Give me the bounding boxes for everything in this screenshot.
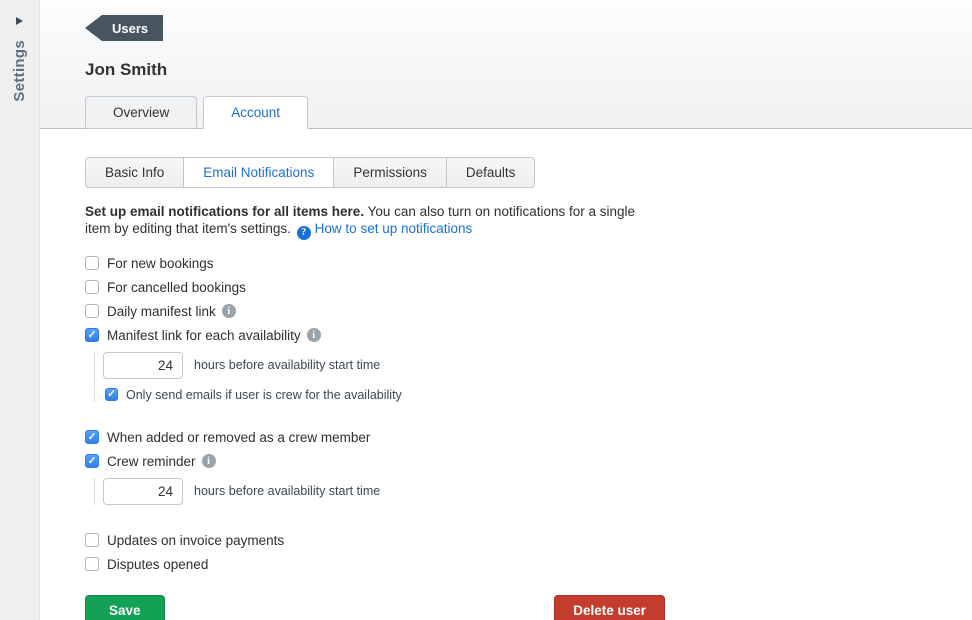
manifest-settings-group: hours before availability start time Onl… bbox=[94, 352, 972, 402]
label-cancelled-bookings[interactable]: For cancelled bookings bbox=[107, 280, 246, 295]
checkbox-invoice-updates[interactable] bbox=[85, 533, 99, 547]
users-back-button[interactable]: Users bbox=[85, 15, 163, 41]
row-invoice-updates: Updates on invoice payments bbox=[85, 533, 972, 548]
settings-sidebar[interactable]: Settings bbox=[0, 0, 40, 620]
checkbox-manifest-each-availability[interactable] bbox=[85, 328, 99, 342]
expand-chevron-icon[interactable] bbox=[16, 17, 23, 25]
checkbox-crew-added-removed[interactable] bbox=[85, 430, 99, 444]
label-new-bookings[interactable]: For new bookings bbox=[107, 256, 214, 271]
manifest-hours-input[interactable] bbox=[103, 352, 183, 379]
subtab-email-notifications[interactable]: Email Notifications bbox=[184, 157, 334, 188]
checkbox-daily-manifest[interactable] bbox=[85, 304, 99, 318]
intro-text: Set up email notifications for all items… bbox=[85, 203, 663, 240]
checkbox-only-crew[interactable] bbox=[105, 388, 118, 401]
sidebar-settings-label[interactable]: Settings bbox=[11, 40, 28, 102]
row-daily-manifest: Daily manifest link i bbox=[85, 304, 972, 319]
checkbox-cancelled-bookings[interactable] bbox=[85, 280, 99, 294]
save-button[interactable]: Save bbox=[85, 595, 165, 620]
tab-bar: Overview Account bbox=[85, 96, 308, 129]
users-back-label: Users bbox=[112, 21, 148, 36]
page-title: Jon Smith bbox=[85, 60, 167, 80]
row-crew-reminder: Crew reminder i bbox=[85, 454, 972, 469]
checkbox-crew-reminder[interactable] bbox=[85, 454, 99, 468]
notification-options-list: For new bookings For cancelled bookings … bbox=[85, 256, 972, 572]
row-only-crew: Only send emails if user is crew for the… bbox=[105, 388, 972, 402]
label-disputes-opened[interactable]: Disputes opened bbox=[107, 557, 208, 572]
manifest-hours-row: hours before availability start time bbox=[103, 352, 972, 379]
label-crew-added-removed[interactable]: When added or removed as a crew member bbox=[107, 430, 370, 445]
reminder-hours-row: hours before availability start time bbox=[103, 478, 972, 505]
account-content: Basic Info Email Notifications Permissio… bbox=[40, 129, 972, 620]
action-buttons-row: Save Delete user bbox=[85, 595, 665, 620]
reminder-hours-input[interactable] bbox=[103, 478, 183, 505]
help-icon[interactable]: ? bbox=[297, 226, 311, 240]
subtab-defaults[interactable]: Defaults bbox=[447, 157, 536, 188]
info-icon[interactable]: i bbox=[222, 304, 236, 318]
main-panel: Users Jon Smith Overview Account Basic I… bbox=[40, 0, 972, 620]
checkbox-disputes-opened[interactable] bbox=[85, 557, 99, 571]
tab-account[interactable]: Account bbox=[203, 96, 308, 129]
subtab-permissions[interactable]: Permissions bbox=[334, 157, 447, 188]
row-new-bookings: For new bookings bbox=[85, 256, 972, 271]
page-header: Users Jon Smith Overview Account bbox=[40, 0, 972, 129]
label-daily-manifest[interactable]: Daily manifest link bbox=[107, 304, 216, 319]
manifest-hours-suffix: hours before availability start time bbox=[194, 358, 380, 372]
info-icon[interactable]: i bbox=[307, 328, 321, 342]
checkbox-new-bookings[interactable] bbox=[85, 256, 99, 270]
label-invoice-updates[interactable]: Updates on invoice payments bbox=[107, 533, 284, 548]
label-crew-reminder[interactable]: Crew reminder bbox=[107, 454, 196, 469]
how-to-setup-link[interactable]: How to set up notifications bbox=[315, 221, 473, 236]
label-only-crew[interactable]: Only send emails if user is crew for the… bbox=[126, 388, 402, 402]
row-disputes-opened: Disputes opened bbox=[85, 557, 972, 572]
crew-reminder-settings-group: hours before availability start time bbox=[94, 478, 972, 505]
subtab-basic-info[interactable]: Basic Info bbox=[85, 157, 184, 188]
reminder-hours-suffix: hours before availability start time bbox=[194, 484, 380, 498]
delete-user-button[interactable]: Delete user bbox=[554, 595, 665, 620]
intro-lead: Set up email notifications for all items… bbox=[85, 204, 364, 219]
row-crew-added-removed: When added or removed as a crew member bbox=[85, 430, 972, 445]
row-cancelled-bookings: For cancelled bookings bbox=[85, 280, 972, 295]
info-icon[interactable]: i bbox=[202, 454, 216, 468]
tab-overview[interactable]: Overview bbox=[85, 96, 197, 129]
label-manifest-each-availability[interactable]: Manifest link for each availability bbox=[107, 328, 301, 343]
account-section-tabs: Basic Info Email Notifications Permissio… bbox=[85, 157, 535, 188]
row-manifest-each: Manifest link for each availability i bbox=[85, 328, 972, 343]
app-window: Settings Users Jon Smith Overview Accoun… bbox=[0, 0, 972, 620]
